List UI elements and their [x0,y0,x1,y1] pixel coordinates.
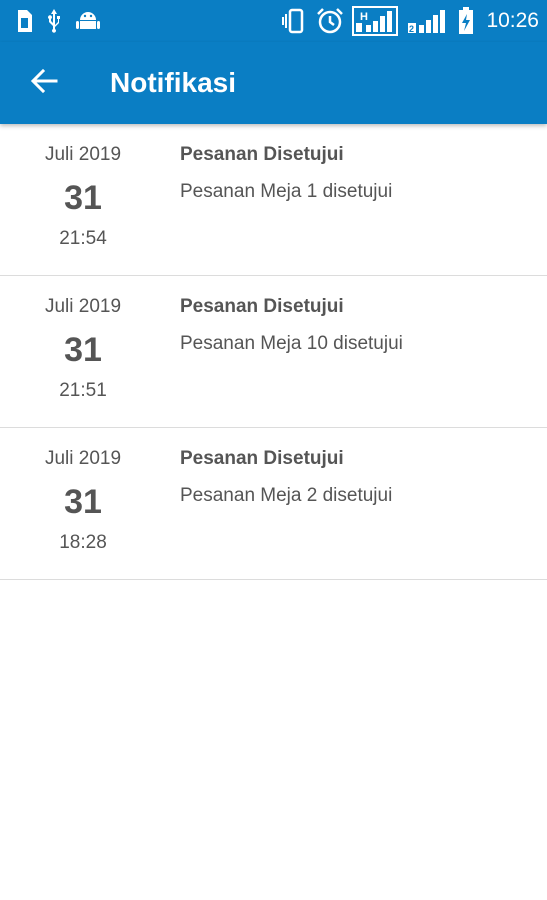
signal-sim2-icon: 2 [406,7,450,35]
notification-content: Pesanan Disetujui Pesanan Meja 1 disetuj… [166,124,547,275]
notification-month-year: Juli 2019 [44,448,122,469]
svg-text:H: H [360,11,368,23]
status-time: 10:26 [486,9,539,32]
notification-time: 21:54 [59,228,107,249]
status-bar: H 2 10:26 [0,0,547,42]
notification-date: Juli 2019 31 18:28 [0,428,166,579]
status-left [16,9,100,33]
arrow-left-icon [30,67,58,100]
signal-sim1-icon: H [352,6,399,36]
notification-date: Juli 2019 31 21:54 [0,124,166,275]
sim-card-icon [16,10,32,32]
screen: H 2 10:26 Notifikasi Juli 2019 31 21:54 … [0,0,547,900]
notification-month-year: Juli 2019 [44,296,122,317]
notification-day: 31 [64,331,102,369]
notification-day: 31 [64,483,102,521]
android-icon [76,10,100,32]
notification-body: Pesanan Meja 1 disetujui [180,181,393,202]
status-right: H 2 10:26 [282,6,539,36]
back-button[interactable] [28,67,60,99]
notification-time: 18:28 [59,532,107,553]
notification-content: Pesanan Disetujui Pesanan Meja 2 disetuj… [166,428,547,579]
notification-month-year: Juli 2019 [44,144,122,165]
notification-list: Juli 2019 31 21:54 Pesanan Disetujui Pes… [0,124,547,580]
notification-body: Pesanan Meja 10 disetujui [180,333,403,354]
app-bar: Notifikasi [0,42,547,124]
notification-body: Pesanan Meja 2 disetujui [180,485,393,506]
notification-content: Pesanan Disetujui Pesanan Meja 10 disetu… [166,276,547,427]
notification-item[interactable]: Juli 2019 31 21:54 Pesanan Disetujui Pes… [0,124,547,276]
svg-text:2: 2 [409,24,414,34]
alarm-icon [316,7,344,35]
page-title: Notifikasi [110,67,237,98]
notification-title: Pesanan Disetujui [180,296,344,317]
notification-time: 21:51 [59,380,107,401]
notification-title: Pesanan Disetujui [180,144,344,165]
notification-day: 31 [64,179,102,217]
notification-item[interactable]: Juli 2019 31 18:28 Pesanan Disetujui Pes… [0,428,547,580]
notification-date: Juli 2019 31 21:51 [0,276,166,427]
notification-item[interactable]: Juli 2019 31 21:51 Pesanan Disetujui Pes… [0,276,547,428]
vibrate-icon [282,8,308,34]
notification-title: Pesanan Disetujui [180,448,344,469]
battery-charging-icon [458,7,474,35]
usb-icon [46,9,62,33]
